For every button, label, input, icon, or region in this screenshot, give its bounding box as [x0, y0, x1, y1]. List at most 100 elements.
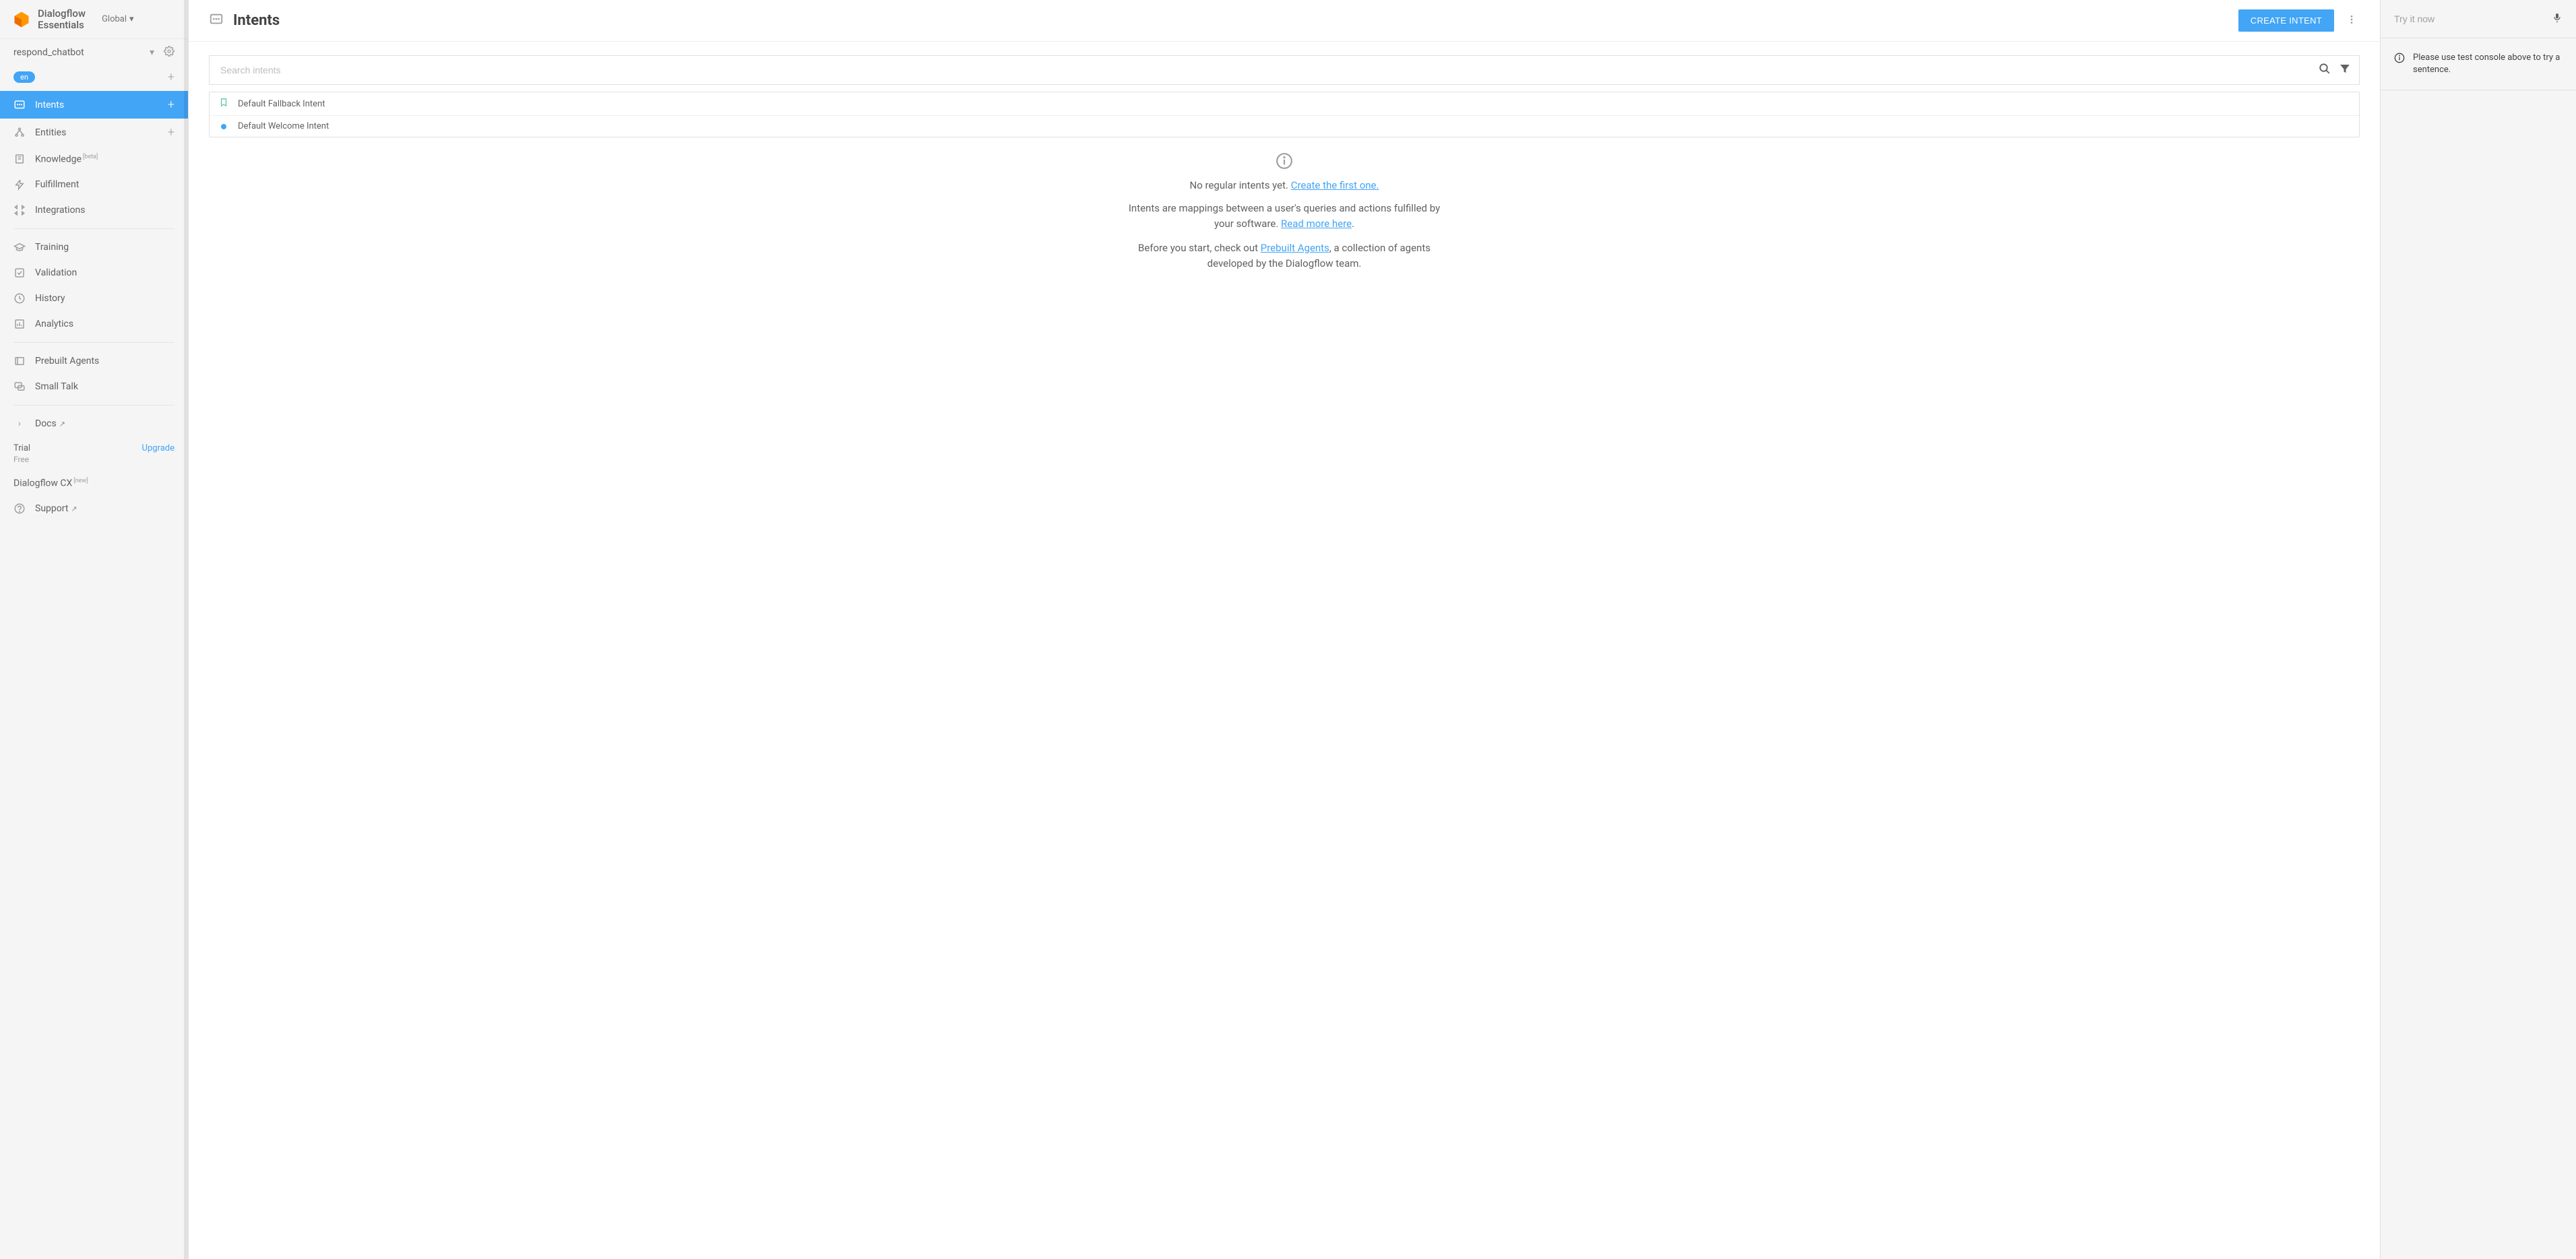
external-link-icon: ↗: [59, 420, 65, 428]
microphone-icon[interactable]: [2552, 12, 2563, 26]
nav-intents[interactable]: Intents +: [0, 91, 188, 119]
history-icon: [13, 292, 26, 304]
entities-icon: [13, 127, 26, 139]
validation-icon: [13, 267, 26, 279]
brand-subname: Essentials: [38, 20, 86, 31]
nav-integrations-label: Integrations: [35, 205, 85, 216]
main-body: Default Fallback Intent Default Welcome …: [189, 42, 2380, 304]
nav-validation-label: Validation: [35, 267, 77, 278]
try-header: [2381, 0, 2576, 38]
empty-line1-prefix: No regular intents yet.: [1190, 179, 1291, 191]
intent-row-label: Default Fallback Intent: [238, 99, 325, 109]
try-note-text: Please use test console above to try a s…: [2413, 52, 2563, 76]
try-it-panel: Please use test console above to try a s…: [2381, 0, 2576, 1259]
nav-fulfillment[interactable]: Fulfillment: [0, 172, 188, 197]
prebuilt-agents-link[interactable]: Prebuilt Agents: [1261, 242, 1329, 254]
nav-divider-3: [13, 405, 175, 406]
nav-intents-label: Intents: [35, 100, 64, 110]
beta-badge: [beta]: [83, 154, 98, 160]
more-menu-icon[interactable]: [2344, 11, 2360, 30]
agent-name: respond_chatbot: [13, 47, 84, 58]
intent-row-label: Default Welcome Intent: [238, 121, 329, 131]
nav-dialogflow-cx[interactable]: Dialogflow CX[new]: [0, 471, 188, 496]
intent-row-welcome[interactable]: Default Welcome Intent: [210, 116, 2359, 137]
add-intent-button[interactable]: +: [168, 98, 175, 112]
read-more-link[interactable]: Read more here: [1281, 218, 1352, 230]
nav-prebuilt-agents-label: Prebuilt Agents: [35, 356, 99, 366]
intents-icon: [13, 99, 26, 111]
trial-plan-label: Free: [13, 455, 30, 464]
nav-training-label: Training: [35, 242, 69, 253]
nav-analytics[interactable]: Analytics: [0, 311, 188, 337]
region-label: Global: [102, 14, 127, 24]
agent-dropdown-caret-icon[interactable]: ▾: [150, 47, 154, 58]
gear-icon[interactable]: [164, 46, 175, 59]
nav-docs[interactable]: › Docs↗: [0, 411, 188, 437]
nav-docs-label: Docs: [35, 418, 57, 429]
knowledge-icon: [13, 153, 26, 165]
nav-divider: [13, 228, 175, 229]
intent-list: Default Fallback Intent Default Welcome …: [209, 92, 2360, 137]
fulfillment-icon: [13, 179, 26, 191]
create-intent-button[interactable]: CREATE INTENT: [2238, 9, 2334, 32]
intents-header-icon: [209, 12, 224, 30]
search-box: [209, 55, 2360, 85]
bookmark-icon: [219, 98, 228, 110]
nav-divider-2: [13, 342, 175, 343]
nav-history[interactable]: History: [0, 286, 188, 311]
trial-row: Trial Free Upgrade: [0, 437, 188, 471]
empty-state: No regular intents yet. Create the first…: [209, 137, 2360, 291]
nav-training[interactable]: Training: [0, 234, 188, 260]
nav-entities[interactable]: Entities +: [0, 119, 188, 146]
support-icon: [13, 503, 26, 515]
page-title: Intents: [233, 12, 280, 29]
nav-small-talk[interactable]: Small Talk: [0, 374, 188, 399]
chevron-right-icon: ›: [13, 418, 26, 430]
nav-knowledge[interactable]: Knowledge[beta]: [0, 146, 188, 172]
try-it-input[interactable]: [2394, 13, 2552, 24]
nav-history-label: History: [35, 293, 65, 304]
try-note: Please use test console above to try a s…: [2381, 38, 2576, 90]
create-first-intent-link[interactable]: Create the first one.: [1291, 179, 1379, 191]
language-row: en +: [0, 66, 188, 91]
search-input[interactable]: [218, 58, 2319, 82]
sidebar-scrollbar[interactable]: [184, 0, 188, 1259]
filter-icon[interactable]: [2339, 63, 2351, 77]
nav-integrations[interactable]: Integrations: [0, 197, 188, 223]
nav-entities-label: Entities: [35, 127, 66, 138]
dialogflow-logo-icon: [12, 10, 31, 29]
sidebar: Dialogflow Essentials Global ▾ respond_c…: [0, 0, 189, 1259]
language-chip[interactable]: en: [13, 71, 35, 83]
prebuilt-agents-icon: [13, 355, 26, 367]
add-language-button[interactable]: +: [168, 70, 175, 84]
nav-support-label: Support: [35, 503, 68, 514]
search-icon[interactable]: [2319, 63, 2331, 77]
main: Intents CREATE INTENT: [189, 0, 2381, 1259]
main-header: Intents CREATE INTENT: [189, 0, 2380, 42]
caret-down-icon: ▾: [129, 14, 134, 24]
brand: Dialogflow Essentials Global ▾: [0, 0, 188, 38]
nav-support[interactable]: Support↗: [0, 496, 188, 521]
info-icon: [1276, 152, 1293, 170]
nav-analytics-label: Analytics: [35, 319, 73, 329]
nav-small-talk-label: Small Talk: [35, 381, 78, 392]
info-outline-icon: [2394, 52, 2405, 76]
integrations-icon: [13, 204, 26, 216]
dot-icon: [221, 124, 226, 129]
trial-label: Trial: [13, 443, 30, 453]
upgrade-link[interactable]: Upgrade: [142, 443, 175, 453]
empty-line3-prefix: Before you start, check out: [1138, 242, 1261, 254]
nav-validation[interactable]: Validation: [0, 260, 188, 286]
intent-row-fallback[interactable]: Default Fallback Intent: [210, 92, 2359, 116]
training-icon: [13, 241, 26, 253]
new-badge: [new]: [73, 478, 88, 484]
nav-prebuilt-agents[interactable]: Prebuilt Agents: [0, 348, 188, 374]
nav-knowledge-label: Knowledge: [35, 154, 82, 164]
brand-name: Dialogflow: [38, 8, 86, 20]
analytics-icon: [13, 318, 26, 330]
region-selector[interactable]: Global ▾: [102, 14, 134, 24]
external-link-icon-2: ↗: [71, 505, 77, 513]
small-talk-icon: [13, 381, 26, 393]
nav-dialogflow-cx-label: Dialogflow CX: [13, 478, 72, 489]
add-entity-button[interactable]: +: [168, 125, 175, 139]
